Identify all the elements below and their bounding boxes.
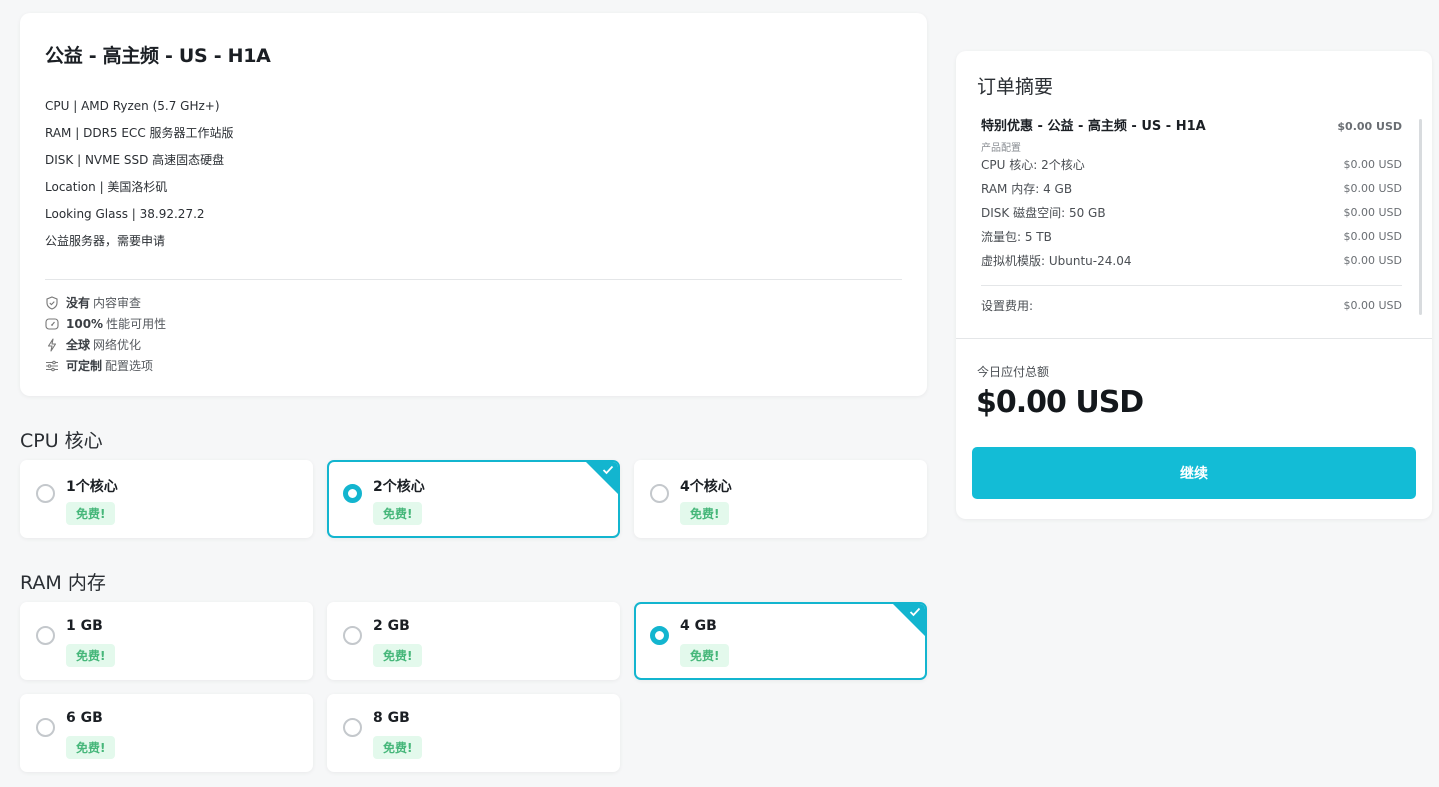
radio-button[interactable]: [650, 626, 669, 645]
total-label: 今日应付总额: [977, 365, 1050, 379]
radio-button[interactable]: [343, 484, 362, 503]
summary-item-price: $0.00 USD: [1343, 182, 1403, 195]
check-icon: [602, 465, 614, 475]
sliders-icon: [45, 359, 59, 373]
feature-text: 性能可用性: [106, 317, 167, 331]
summary-item: 虚拟机模版: Ubuntu-24.04 $0.00 USD: [981, 253, 1402, 277]
setup-fee-price: $0.00 USD: [1343, 299, 1403, 312]
summary-item-label: CPU 核心: 2个核心: [981, 158, 1085, 172]
ram-option-2gb[interactable]: 2 GB 免费!: [327, 602, 620, 680]
summary-item-label: DISK 磁盘空间: 50 GB: [981, 206, 1106, 220]
radio-button[interactable]: [343, 626, 362, 645]
summary-setup-fee: 设置费用: $0.00 USD: [981, 298, 1402, 322]
summary-item: CPU 核心: 2个核心 $0.00 USD: [981, 157, 1402, 181]
spec-disk: DISK | NVME SSD 高速固态硬盘: [45, 153, 225, 167]
free-badge: 免费!: [66, 502, 116, 525]
spec-looking-glass: Looking Glass | 38.92.27.2: [45, 207, 205, 221]
continue-button[interactable]: 继续: [972, 447, 1416, 499]
free-badge: 免费!: [66, 644, 116, 667]
summary-divider: [981, 285, 1402, 286]
summary-product-label: 特别优惠 - 公益 - 高主频 - US - H1A: [981, 119, 1206, 134]
radio-button[interactable]: [343, 718, 362, 737]
feature-network: 全球 网络优化: [45, 334, 902, 355]
option-label: 8 GB: [373, 710, 410, 726]
check-icon: [909, 607, 921, 617]
summary-item-label: 虚拟机模版: Ubuntu-24.04: [981, 254, 1132, 268]
gauge-icon: [45, 317, 59, 331]
ram-option-8gb[interactable]: 8 GB 免费!: [327, 694, 620, 772]
option-label: 2 GB: [373, 618, 410, 634]
ram-option-1gb[interactable]: 1 GB 免费!: [20, 602, 313, 680]
spec-location: Location | 美国洛杉矶: [45, 180, 168, 194]
option-label: 6 GB: [66, 710, 103, 726]
product-card: 公益 - 高主频 - US - H1A CPU | AMD Ryzen (5.7…: [20, 13, 927, 396]
configurator: 公益 - 高主频 - US - H1A CPU | AMD Ryzen (5.7…: [20, 13, 927, 772]
feature-text: 网络优化: [93, 338, 142, 352]
summary-item-price: $0.00 USD: [1343, 230, 1403, 243]
lightning-icon: [45, 337, 59, 352]
option-label: 4个核心: [680, 479, 732, 495]
summary-list: 特别优惠 - 公益 - 高主频 - US - H1A $0.00 USD 产品配…: [981, 119, 1402, 322]
spec-note: 公益服务器，需要申请: [45, 234, 166, 248]
cpu-option-4[interactable]: 4个核心 免费!: [634, 460, 927, 538]
free-badge: 免费!: [66, 736, 116, 759]
summary-product-price: $0.00 USD: [1337, 120, 1402, 133]
feature-bold: 可定制: [66, 359, 103, 373]
spec-ram: RAM | DDR5 ECC 服务器工作站版: [45, 126, 234, 140]
summary-item: RAM 内存: 4 GB $0.00 USD: [981, 181, 1402, 205]
cpu-options: 1个核心 免费! 2个核心 免费! 4个核心 免费!: [20, 460, 927, 538]
radio-button[interactable]: [36, 718, 55, 737]
feature-bold: 没有: [66, 296, 91, 310]
setup-fee-label: 设置费用:: [981, 299, 1034, 313]
ram-option-6gb[interactable]: 6 GB 免费!: [20, 694, 313, 772]
feature-text: 配置选项: [105, 359, 154, 373]
ram-options: 1 GB 免费! 2 GB 免费! 4 GB 免费! 6 GB 免费! 8 GB…: [20, 602, 927, 772]
free-badge: 免费!: [680, 644, 730, 667]
free-badge: 免费!: [680, 502, 730, 525]
summary-item-label: 流量包: 5 TB: [981, 230, 1052, 244]
option-label: 2个核心: [373, 479, 425, 495]
radio-button[interactable]: [36, 484, 55, 503]
summary-item: 流量包: 5 TB $0.00 USD: [981, 229, 1402, 253]
ram-section-title: RAM 内存: [20, 572, 106, 594]
summary-item-label: RAM 内存: 4 GB: [981, 182, 1073, 196]
total-value: $0.00 USD: [976, 385, 1144, 420]
free-badge: 免费!: [373, 736, 423, 759]
feature-text: 内容审查: [93, 296, 142, 310]
shield-check-icon: [45, 295, 59, 310]
summary-item-price: $0.00 USD: [1343, 158, 1403, 171]
cpu-option-2[interactable]: 2个核心 免费!: [327, 460, 620, 538]
ram-option-4gb[interactable]: 4 GB 免费!: [634, 602, 927, 680]
spec-list: CPU | AMD Ryzen (5.7 GHz+) RAM | DDR5 EC…: [45, 98, 902, 260]
summary-title: 订单摘要: [977, 76, 1054, 98]
summary-item-price: $0.00 USD: [1343, 254, 1403, 267]
free-badge: 免费!: [373, 502, 423, 525]
summary-separator: [956, 338, 1432, 339]
order-summary: 订单摘要 特别优惠 - 公益 - 高主频 - US - H1A $0.00 US…: [956, 51, 1432, 519]
feature-customizable: 可定制 配置选项: [45, 355, 902, 376]
summary-config-heading: 产品配置: [981, 143, 1021, 154]
summary-scrollbar[interactable]: [1419, 119, 1422, 315]
free-badge: 免费!: [373, 644, 423, 667]
divider: [45, 279, 902, 280]
radio-button[interactable]: [650, 484, 669, 503]
feature-no-censorship: 没有 内容审查: [45, 292, 902, 313]
product-title: 公益 - 高主频 - US - H1A: [45, 45, 271, 67]
summary-item: DISK 磁盘空间: 50 GB $0.00 USD: [981, 205, 1402, 229]
option-label: 4 GB: [680, 618, 717, 634]
feature-bold: 100%: [66, 316, 104, 331]
option-label: 1个核心: [66, 479, 118, 495]
option-label: 1 GB: [66, 618, 103, 634]
summary-product-line: 特别优惠 - 公益 - 高主频 - US - H1A $0.00 USD: [981, 119, 1402, 141]
feature-availability: 100% 性能可用性: [45, 313, 902, 334]
cpu-option-1[interactable]: 1个核心 免费!: [20, 460, 313, 538]
spec-cpu: CPU | AMD Ryzen (5.7 GHz+): [45, 99, 220, 113]
feature-bold: 全球: [66, 338, 91, 352]
radio-button[interactable]: [36, 626, 55, 645]
summary-item-price: $0.00 USD: [1343, 206, 1403, 219]
cpu-section-title: CPU 核心: [20, 430, 103, 452]
